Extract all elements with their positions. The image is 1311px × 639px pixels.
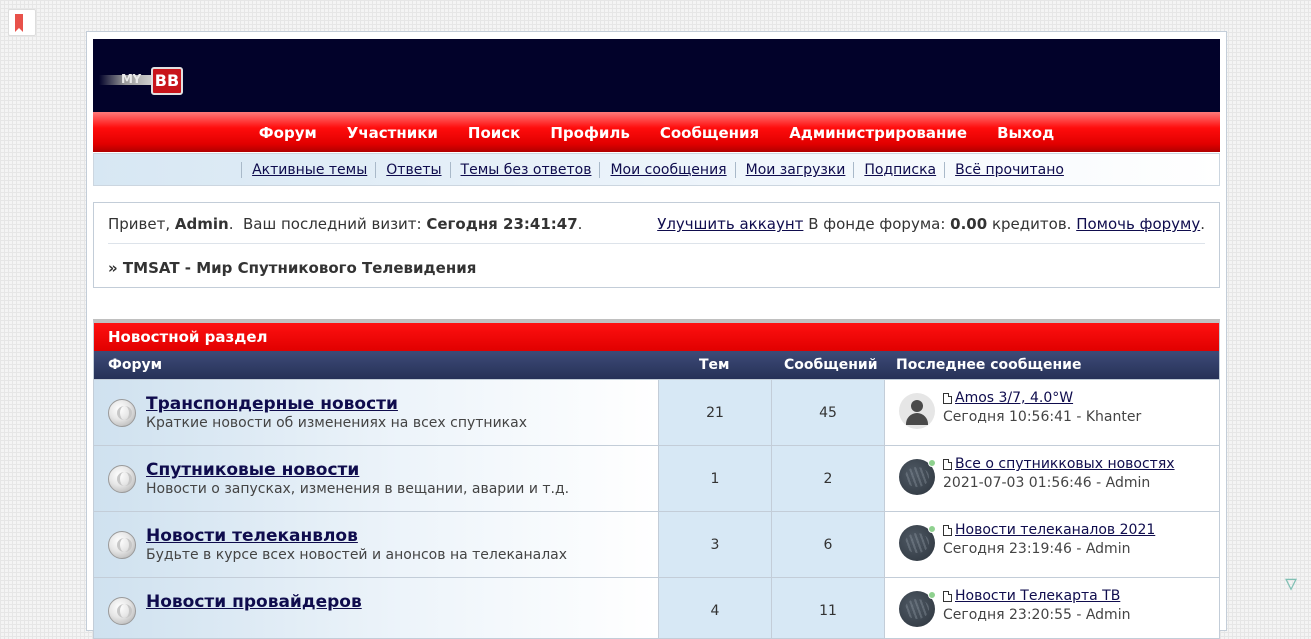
- forum-link[interactable]: Транспондерные новости: [146, 394, 398, 414]
- link-my-downloads-anchor[interactable]: Мои загрузки: [746, 162, 846, 178]
- mybb-logo[interactable]: MY BB: [99, 67, 185, 101]
- last-post-meta: Сегодня 23:20:55 - Admin: [943, 607, 1131, 623]
- col-last-post: Последнее сообщение: [896, 357, 1082, 373]
- link-unanswered: Темы без ответов: [449, 162, 600, 178]
- forum-row: Новости провайдеров 4 11 Новости Телекар…: [94, 577, 1219, 638]
- link-mark-read-anchor[interactable]: Всё прочитано: [955, 162, 1064, 178]
- fund-info: Улучшить аккаунт В фонде форума: 0.00 кр…: [657, 215, 1205, 233]
- posts-count: 2: [771, 446, 884, 512]
- link-my-posts: Мои сообщения: [599, 162, 734, 178]
- topics-count: 1: [658, 446, 771, 512]
- quick-links-bar: Активные темы Ответы Темы без ответов Мои с…: [93, 153, 1220, 186]
- forum-status-icon[interactable]: [108, 399, 136, 427]
- upgrade-account-link[interactable]: Улучшить аккаунт: [657, 215, 803, 233]
- last-post-link[interactable]: Новости Телекарта ТВ: [955, 588, 1120, 604]
- menu-search[interactable]: Поиск: [468, 124, 520, 142]
- posts-count: 11: [771, 578, 884, 638]
- bookmark-icon[interactable]: [8, 9, 36, 36]
- menu-messages[interactable]: Сообщения: [660, 124, 759, 142]
- online-indicator-icon: [928, 459, 936, 467]
- forum-description: Новости о запусках, изменения в вещании,…: [146, 481, 570, 497]
- link-active-topics-anchor[interactable]: Активные темы: [252, 162, 367, 178]
- last-post-cell: Новости телеканалов 2021 Сегодня 23:19:4…: [884, 512, 1219, 578]
- menu-admin[interactable]: Администрирование: [789, 124, 967, 142]
- menu-profile[interactable]: Профиль: [550, 124, 629, 142]
- last-post-cell: Все о спутникковых новостях 2021-07-03 0…: [884, 446, 1219, 512]
- last-post-link[interactable]: Amos 3/7, 4.0°W: [955, 390, 1073, 406]
- last-post-meta: Сегодня 10:56:41 - Khanter: [943, 409, 1142, 425]
- col-posts: Сообщений: [784, 357, 878, 373]
- last-post-link[interactable]: Новости телеканалов 2021: [955, 522, 1155, 538]
- topics-count: 4: [658, 578, 771, 638]
- topics-count: 3: [658, 512, 771, 578]
- fund-value: 0.00: [950, 215, 988, 233]
- page-container: MY BB Форум Участники Поиск Профиль Сообщени…: [86, 31, 1227, 639]
- menu-members[interactable]: Участники: [347, 124, 438, 142]
- forum-description: Краткие новости об изменениях на всех сп…: [146, 415, 528, 431]
- posts-count: 6: [771, 512, 884, 578]
- username: Admin: [174, 215, 229, 233]
- welcome-greeting: Привет, Admin. Ваш последний визит: Сего…: [108, 215, 583, 233]
- forum-info-cell: Новости телеканвлов Будьте в курсе всех …: [94, 512, 658, 578]
- post-icon: [943, 459, 952, 470]
- forum-info-cell: Новости провайдеров: [94, 578, 658, 638]
- col-topics: Тем: [699, 357, 730, 373]
- main-menu: Форум Участники Поиск Профиль Сообщения Админ…: [93, 112, 1220, 152]
- topics-count: 21: [658, 380, 771, 446]
- online-indicator-icon: [928, 591, 936, 599]
- post-icon: [943, 591, 952, 602]
- greeting-text: Привет,: [108, 215, 171, 233]
- welcome-panel: Привет, Admin. Ваш последний визит: Сего…: [93, 202, 1220, 288]
- link-replies: Ответы: [375, 162, 449, 178]
- link-my-posts-anchor[interactable]: Мои сообщения: [610, 162, 726, 178]
- menu-forum[interactable]: Форум: [259, 124, 317, 142]
- forum-status-icon[interactable]: [108, 531, 136, 559]
- last-post-meta: 2021-07-03 01:56:46 - Admin: [943, 475, 1151, 491]
- post-icon: [943, 525, 952, 536]
- link-subscriptions: Подписка: [853, 162, 944, 178]
- last-post-meta: Сегодня 23:19:46 - Admin: [943, 541, 1131, 557]
- menu-logout[interactable]: Выход: [997, 124, 1054, 142]
- link-mark-read: Всё прочитано: [944, 162, 1072, 178]
- last-post-cell: Новости Телекарта ТВ Сегодня 23:20:55 - …: [884, 578, 1219, 638]
- col-forum: Форум: [108, 357, 163, 373]
- post-icon: [943, 393, 952, 404]
- forum-link[interactable]: Новости телеканвлов: [146, 526, 358, 546]
- posts-count: 45: [771, 380, 884, 446]
- section-title[interactable]: Новостной раздел: [94, 323, 1219, 351]
- forum-header: MY BB: [93, 39, 1220, 112]
- forum-description: Будьте в курсе всех новостей и анонсов н…: [146, 547, 568, 563]
- online-indicator-icon: [928, 525, 936, 533]
- link-unanswered-anchor[interactable]: Темы без ответов: [461, 162, 592, 178]
- forum-link[interactable]: Спутниковые новости: [146, 460, 359, 480]
- welcome-row: Привет, Admin. Ваш последний визит: Сего…: [108, 215, 1205, 235]
- cursor-arrow-icon: ▿: [1284, 569, 1298, 597]
- forum-table: Новостной раздел Форум Тем Сообщений Пос…: [93, 319, 1220, 639]
- breadcrumb[interactable]: » TMSAT - Мир Спутникового Телевидения: [108, 259, 476, 277]
- welcome-divider: [108, 243, 1205, 244]
- fund-label: В фонде форума:: [808, 215, 946, 233]
- forum-info-cell: Спутниковые новости Новости о запусках, …: [94, 446, 658, 512]
- forum-status-icon[interactable]: [108, 597, 136, 625]
- last-post-cell: Amos 3/7, 4.0°W Сегодня 10:56:41 - Khant…: [884, 380, 1219, 446]
- column-headers: Форум Тем Сообщений Последнее сообщение: [94, 351, 1219, 379]
- link-subscriptions-anchor[interactable]: Подписка: [864, 162, 936, 178]
- last-visit-value: Сегодня 23:41:47: [426, 215, 578, 233]
- fund-unit: кредитов.: [991, 215, 1072, 233]
- forum-row: Новости телеканвлов Будьте в курсе всех …: [94, 511, 1219, 578]
- forum-row: Транспондерные новости Краткие новости о…: [94, 379, 1219, 446]
- forum-link[interactable]: Новости провайдеров: [146, 592, 362, 612]
- donate-link[interactable]: Помочь форуму: [1076, 215, 1200, 233]
- logo-badge: BB: [151, 67, 183, 95]
- last-post-link[interactable]: Все о спутникковых новостях: [955, 456, 1175, 472]
- last-visit-label: Ваш последний визит:: [243, 215, 422, 233]
- forum-status-icon[interactable]: [108, 465, 136, 493]
- link-replies-anchor[interactable]: Ответы: [386, 162, 441, 178]
- default-user-icon[interactable]: [899, 393, 935, 429]
- link-my-downloads: Мои загрузки: [734, 162, 854, 178]
- logo-text: MY: [121, 72, 141, 86]
- link-active-topics: Активные темы: [241, 162, 375, 178]
- forum-info-cell: Транспондерные новости Краткие новости о…: [94, 380, 658, 446]
- forum-row: Спутниковые новости Новости о запусках, …: [94, 445, 1219, 512]
